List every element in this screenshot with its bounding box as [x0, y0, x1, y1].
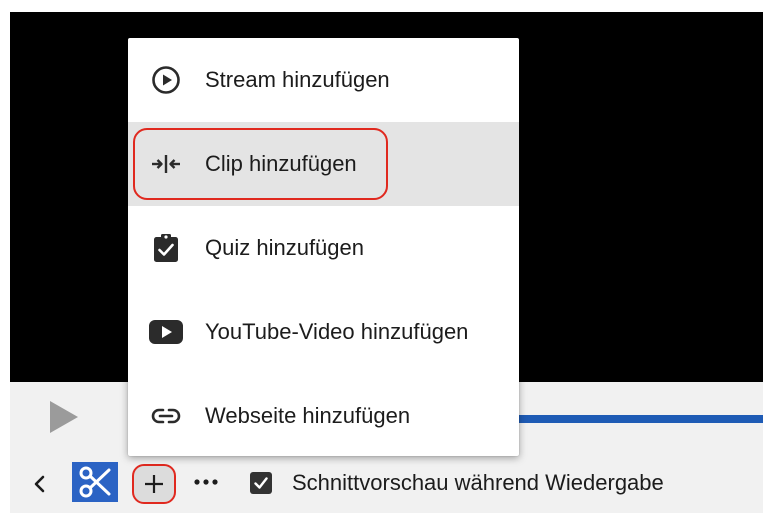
scissors-button[interactable] — [72, 462, 118, 502]
preview-checkbox[interactable] — [250, 472, 272, 494]
menu-item-add-stream[interactable]: Stream hinzufügen — [128, 38, 519, 122]
add-menu: Stream hinzufügen Clip hinzufügen Quiz h… — [128, 38, 519, 456]
link-icon — [150, 401, 182, 431]
progress-bar[interactable] — [510, 415, 763, 423]
more-horizontal-icon[interactable] — [192, 474, 222, 490]
preview-checkbox-label[interactable]: Schnittvorschau während Wiedergabe — [292, 470, 664, 496]
checkmark-icon — [254, 477, 268, 489]
menu-item-label: Clip hinzufügen — [205, 151, 357, 176]
editor-toolbar: Schnittvorschau während Wiedergabe — [10, 452, 763, 513]
clip-merge-icon — [150, 149, 182, 179]
menu-item-add-clip[interactable]: Clip hinzufügen — [128, 122, 519, 206]
clipboard-check-icon — [150, 233, 182, 263]
menu-item-add-youtube[interactable]: YouTube-Video hinzufügen — [128, 290, 519, 374]
youtube-icon — [148, 317, 184, 347]
menu-item-add-webpage[interactable]: Webseite hinzufügen — [128, 374, 519, 458]
menu-item-label: YouTube-Video hinzufügen — [205, 319, 469, 344]
plus-icon — [145, 475, 163, 493]
play-circle-icon — [150, 65, 182, 95]
editor-screen: Schnittvorschau während Wiedergabe Strea… — [0, 0, 763, 513]
menu-item-label: Quiz hinzufügen — [205, 235, 364, 260]
play-icon[interactable] — [50, 401, 78, 433]
scissors-icon — [79, 466, 111, 498]
menu-item-label: Webseite hinzufügen — [205, 403, 411, 428]
menu-item-add-quiz[interactable]: Quiz hinzufügen — [128, 206, 519, 290]
menu-item-label: Stream hinzufügen — [205, 67, 390, 92]
add-button[interactable] — [132, 464, 176, 504]
chevron-left-icon[interactable] — [32, 474, 46, 494]
